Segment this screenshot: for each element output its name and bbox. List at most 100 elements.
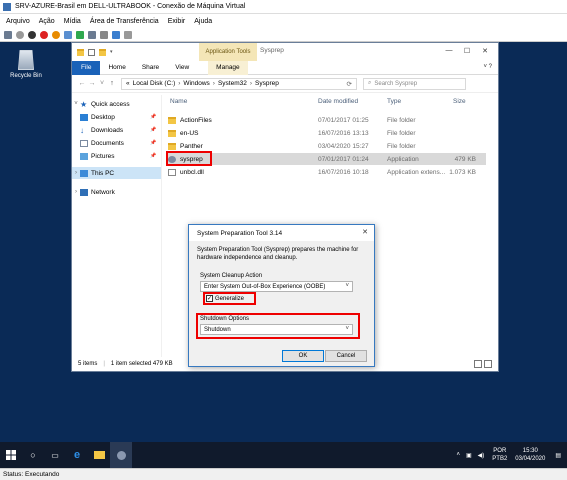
nav-downloads[interactable]: ↓ Downloads 📌 bbox=[80, 124, 156, 136]
menu-exibir[interactable]: Exibir bbox=[168, 18, 186, 25]
star-icon: ★ bbox=[80, 99, 88, 109]
chevron-right-icon[interactable]: › bbox=[72, 170, 80, 176]
share-icon[interactable] bbox=[124, 30, 132, 39]
task-view-icon[interactable]: ▭ bbox=[44, 442, 66, 468]
search-placeholder: Search Sysprep bbox=[374, 80, 418, 87]
minimize-icon[interactable]: — bbox=[440, 47, 458, 55]
tab-view[interactable]: View bbox=[167, 61, 197, 75]
menu-midia[interactable]: Mídia bbox=[64, 18, 81, 25]
ribbon-expand-icon[interactable]: ˅ ? bbox=[483, 64, 492, 70]
breadcrumb-system32[interactable]: System32 bbox=[218, 80, 247, 87]
back-icon[interactable]: ← bbox=[77, 80, 87, 87]
cleanup-action-select[interactable]: Enter System Out-of-Box Experience (OOBE… bbox=[200, 281, 353, 292]
tab-file[interactable]: File bbox=[72, 60, 101, 75]
dialog-description: System Preparation Tool (Sysprep) prepar… bbox=[197, 247, 359, 261]
menu-arquivo[interactable]: Arquivo bbox=[6, 18, 30, 25]
tab-manage[interactable]: Manage bbox=[208, 60, 248, 75]
breadcrumb-overflow[interactable]: « bbox=[126, 80, 130, 87]
vm-toolbar bbox=[0, 28, 567, 42]
ok-button[interactable]: OK bbox=[282, 350, 324, 362]
cleanup-action-label: System Cleanup Action bbox=[200, 273, 263, 279]
folder-icon bbox=[77, 48, 84, 56]
search-input[interactable]: ⌕ Search Sysprep bbox=[363, 77, 466, 90]
file-row[interactable]: unbcl.dll 16/07/2016 10:18 Application e… bbox=[166, 166, 486, 178]
close-icon[interactable]: ✕ bbox=[362, 228, 368, 236]
maximize-icon[interactable]: ☐ bbox=[458, 47, 476, 55]
pause-icon[interactable] bbox=[64, 30, 72, 39]
column-header-type[interactable]: Type bbox=[387, 98, 401, 105]
menu-area-transferencia[interactable]: Área de Transferência bbox=[90, 18, 159, 25]
start-button[interactable] bbox=[0, 442, 22, 468]
internet-explorer-icon[interactable]: e bbox=[66, 442, 88, 468]
folder-icon bbox=[168, 116, 176, 124]
revert-icon[interactable] bbox=[100, 30, 108, 39]
file-explorer-taskbar-icon[interactable] bbox=[88, 442, 110, 468]
windows-logo-icon bbox=[6, 450, 16, 460]
address-bar[interactable]: « Local Disk (C:) › Windows › System32 ›… bbox=[121, 77, 357, 90]
turn-off-icon[interactable] bbox=[28, 30, 36, 39]
nav-documents[interactable]: Documents 📌 bbox=[80, 137, 156, 149]
nav-quick-access[interactable]: ˅ ★ Quick access bbox=[72, 98, 129, 110]
recycle-bin[interactable]: Recycle Bin bbox=[6, 50, 46, 79]
large-icons-view-icon[interactable] bbox=[484, 360, 492, 368]
refresh-icon[interactable]: ⟳ bbox=[347, 80, 352, 88]
dll-file-icon bbox=[168, 168, 176, 176]
column-header-date[interactable]: Date modified bbox=[318, 98, 358, 105]
file-row[interactable]: en-US 16/07/2016 13:13 File folder bbox=[166, 127, 486, 139]
file-row-sysprep[interactable]: sysprep 07/01/2017 01:24 Application 479… bbox=[166, 153, 486, 165]
context-tab-application-tools: Application Tools bbox=[199, 43, 257, 61]
highlight-sysprep-box bbox=[166, 151, 212, 166]
checkpoint-icon[interactable] bbox=[88, 30, 96, 39]
pin-icon[interactable]: 📌 bbox=[150, 127, 156, 133]
breadcrumb-local-disk[interactable]: Local Disk (C:) bbox=[133, 80, 176, 87]
chevron-right-icon[interactable]: › bbox=[72, 189, 80, 195]
volume-icon[interactable]: ◀) bbox=[478, 452, 485, 459]
pin-icon[interactable]: 📌 bbox=[150, 140, 156, 146]
properties-icon[interactable] bbox=[88, 48, 95, 56]
search-taskbar-icon[interactable]: ○ bbox=[22, 442, 44, 468]
tab-share[interactable]: Share bbox=[134, 61, 167, 75]
network-tray-icon[interactable]: ▣ bbox=[466, 452, 472, 459]
forward-icon[interactable]: → bbox=[87, 80, 97, 87]
language-indicator[interactable]: POR PTB2 bbox=[492, 447, 507, 463]
search-icon: ⌕ bbox=[368, 80, 372, 86]
tab-home[interactable]: Home bbox=[100, 61, 133, 75]
shutdown-icon[interactable] bbox=[40, 30, 48, 39]
clock[interactable]: 15:30 03/04/2020 bbox=[515, 447, 545, 463]
nav-this-pc[interactable]: › This PC bbox=[72, 167, 161, 179]
pin-icon[interactable]: 📌 bbox=[150, 153, 156, 159]
window-controls: — ☐ ✕ bbox=[440, 47, 494, 55]
sysprep-taskbar-icon[interactable] bbox=[110, 442, 132, 468]
breadcrumb-sysprep[interactable]: Sysprep bbox=[255, 80, 279, 87]
details-view-icon[interactable] bbox=[474, 360, 482, 368]
chevron-down-icon[interactable]: ˅ bbox=[72, 101, 80, 107]
enhanced-session-icon[interactable] bbox=[112, 30, 120, 39]
column-header-size[interactable]: Size bbox=[453, 98, 466, 105]
nav-desktop[interactable]: Desktop 📌 bbox=[80, 111, 156, 123]
file-row[interactable]: ActionFiles 07/01/2017 01:25 File folder bbox=[166, 114, 486, 126]
save-state-icon[interactable] bbox=[52, 30, 60, 39]
vm-menubar: Arquivo Ação Mídia Área de Transferência… bbox=[0, 14, 567, 28]
notifications-icon[interactable]: ▤ bbox=[555, 452, 561, 459]
menu-ajuda[interactable]: Ajuda bbox=[194, 18, 212, 25]
pin-icon[interactable]: 📌 bbox=[150, 114, 156, 120]
ctrl-alt-del-icon[interactable] bbox=[4, 30, 12, 39]
nav-pictures[interactable]: Pictures 📌 bbox=[80, 150, 156, 162]
explorer-titlebar: ▾ Application Tools Sysprep — ☐ ✕ bbox=[72, 43, 498, 61]
new-folder-icon[interactable] bbox=[99, 48, 106, 56]
ribbon-tabs: File Home Share View Manage ˅ ? bbox=[72, 60, 498, 75]
up-icon[interactable]: ↑ bbox=[107, 80, 117, 87]
file-row[interactable]: Panther 03/04/2020 15:27 File folder bbox=[166, 140, 486, 152]
view-toggle bbox=[472, 360, 492, 368]
breadcrumb-windows[interactable]: Windows bbox=[183, 80, 209, 87]
column-header-name[interactable]: Name bbox=[170, 98, 187, 105]
menu-acao[interactable]: Ação bbox=[39, 18, 55, 25]
reset-icon[interactable] bbox=[76, 30, 84, 39]
chevron-down-icon[interactable]: ▾ bbox=[110, 49, 113, 55]
recent-icon[interactable]: ˅ bbox=[97, 80, 107, 87]
start-icon[interactable] bbox=[16, 30, 24, 39]
tray-expand-icon[interactable]: ˄ bbox=[456, 452, 460, 458]
close-icon[interactable]: ✕ bbox=[476, 47, 494, 55]
cancel-button[interactable]: Cancel bbox=[325, 350, 367, 362]
nav-network[interactable]: › Network bbox=[72, 186, 115, 198]
